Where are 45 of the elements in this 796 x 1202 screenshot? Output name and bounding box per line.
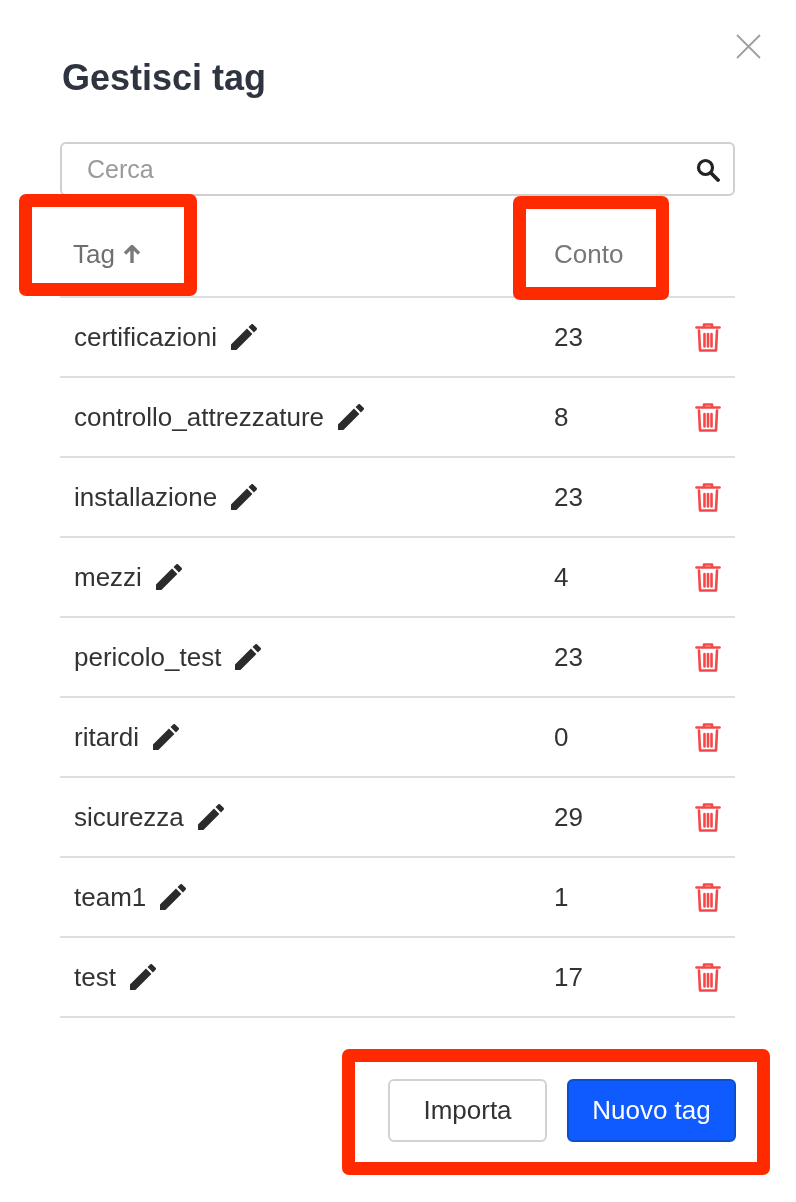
count-value: 1 xyxy=(554,881,569,912)
count-value: 29 xyxy=(554,801,583,832)
count-value: 4 xyxy=(554,561,569,592)
pencil-icon[interactable] xyxy=(197,804,224,830)
tag-name: controllo_attrezzature xyxy=(74,402,325,432)
close-icon xyxy=(736,34,761,59)
pencil-icon[interactable] xyxy=(129,964,156,990)
new-tag-button[interactable]: Nuovo tag xyxy=(567,1079,736,1142)
trash-icon[interactable] xyxy=(694,481,721,513)
tag-name: installazione xyxy=(74,482,218,512)
count-value: 17 xyxy=(554,961,583,992)
column-header[interactable]: Tag xyxy=(73,239,115,269)
pencil-icon[interactable] xyxy=(155,564,182,590)
pencil-icon[interactable] xyxy=(160,884,187,910)
count-value: 23 xyxy=(554,481,583,512)
tag-name: sicurezza xyxy=(74,802,184,832)
tag-name: ritardi xyxy=(74,722,139,752)
trash-icon[interactable] xyxy=(694,401,721,433)
pencil-icon[interactable] xyxy=(231,484,258,510)
tag-name: pericolo_test xyxy=(74,642,222,672)
dialog-title: Gestisci tag xyxy=(62,58,267,98)
pencil-icon[interactable] xyxy=(235,644,262,670)
count-value: 0 xyxy=(554,721,569,752)
search-field[interactable]: Cerca xyxy=(60,142,735,196)
pencil-icon[interactable] xyxy=(338,404,365,430)
count-value: 8 xyxy=(554,401,569,432)
column-header[interactable]: Conto xyxy=(554,239,624,269)
trash-icon[interactable] xyxy=(694,561,721,593)
tag-name: mezzi xyxy=(74,562,142,592)
trash-icon[interactable] xyxy=(694,721,721,753)
pencil-icon[interactable] xyxy=(153,724,179,750)
search-icon[interactable] xyxy=(696,158,720,182)
tag-name: certificazioni xyxy=(74,322,218,352)
trash-icon[interactable] xyxy=(694,801,721,833)
tag-name: team1 xyxy=(74,882,147,912)
count-value: 23 xyxy=(554,641,583,672)
trash-icon[interactable] xyxy=(694,881,721,913)
import-button[interactable]: Importa xyxy=(388,1079,547,1142)
pencil-icon[interactable] xyxy=(231,324,258,350)
trash-icon[interactable] xyxy=(694,961,721,993)
trash-icon[interactable] xyxy=(694,641,721,673)
tag-name: test xyxy=(74,962,116,992)
close-button[interactable] xyxy=(736,34,761,59)
trash-icon[interactable] xyxy=(694,321,721,353)
count-value: 23 xyxy=(554,321,583,352)
